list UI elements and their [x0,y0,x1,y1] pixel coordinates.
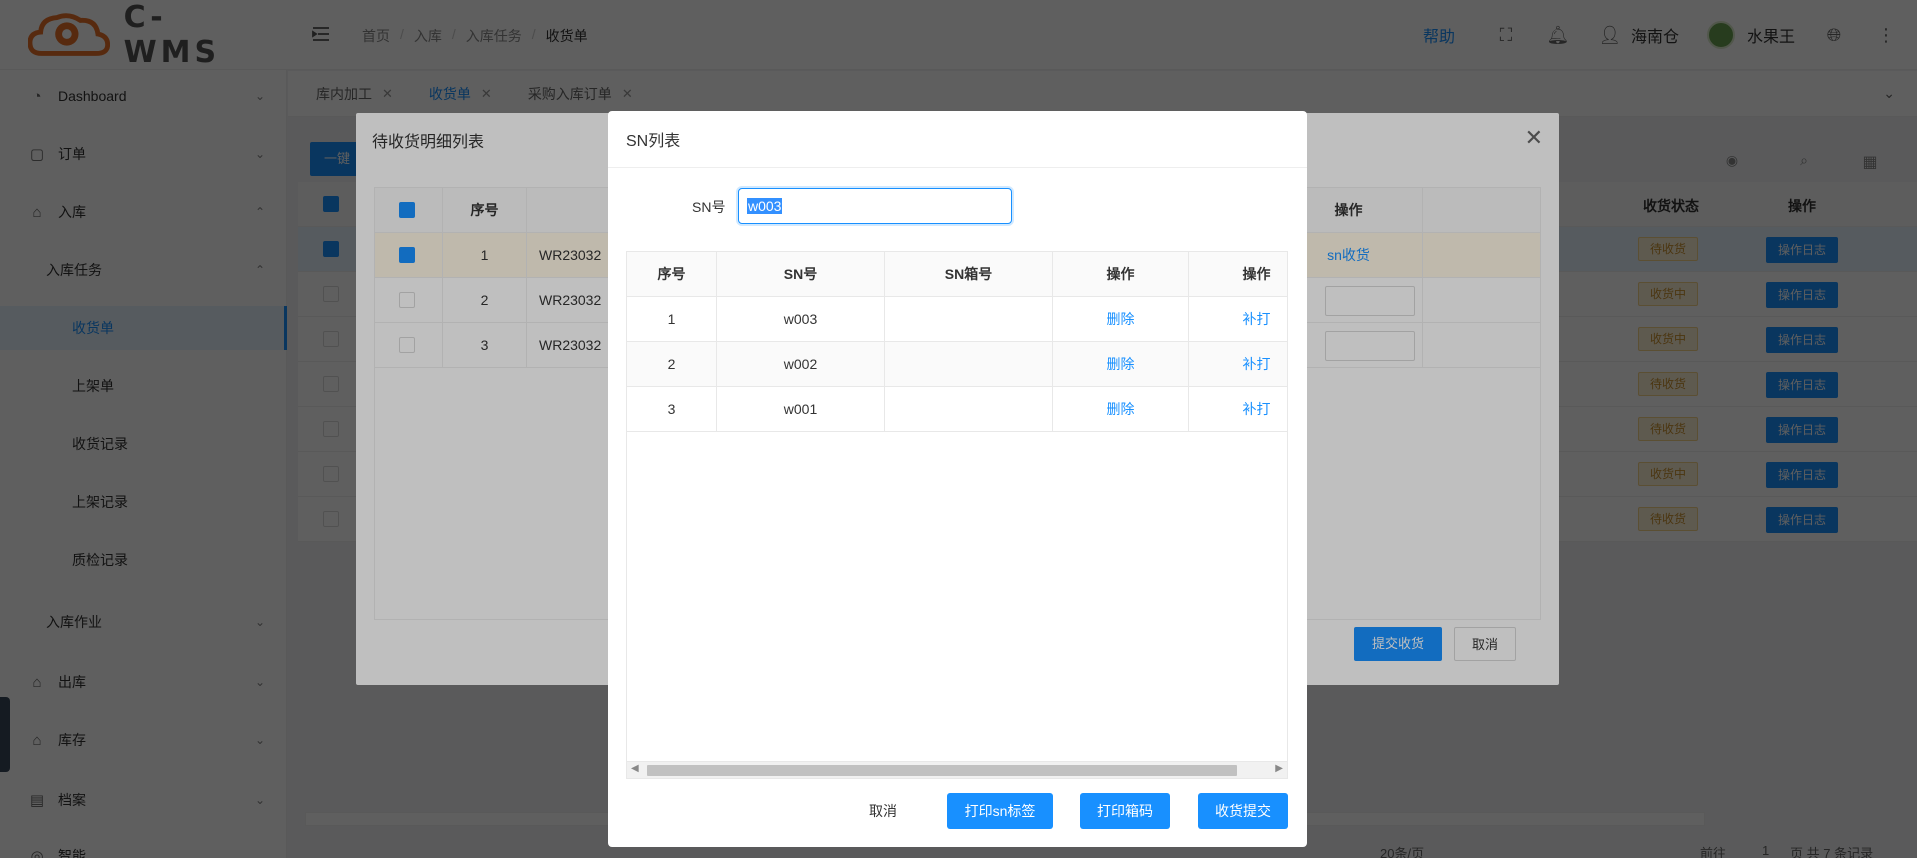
sn-table: 序号 SN号 SN箱号 操作 操作 1 w003 删除 补打 2 w002 删除… [626,251,1288,778]
reprint-link[interactable]: 补打 [1189,297,1287,342]
sn-list-modal: SN列表 SN号 w003 序号 SN号 SN箱号 操作 操作 1 w003 删… [608,111,1307,847]
row-index: 2 [627,342,717,387]
column-header-action-2: 操作 [1189,252,1287,297]
cancel-button[interactable]: 取消 [848,793,918,829]
sn-value: w003 [717,297,885,342]
box-value [885,297,1053,342]
sn-input-value: w003 [747,198,783,214]
sn-input[interactable]: w003 [738,188,1012,224]
delete-link[interactable]: 删除 [1053,297,1189,342]
column-header-action: 操作 [1053,252,1189,297]
row-index: 3 [627,387,717,432]
scroll-right-icon[interactable]: ▶ [1275,763,1283,774]
sn-value: w002 [717,342,885,387]
delete-link[interactable]: 删除 [1053,387,1189,432]
column-header-box: SN箱号 [885,252,1053,297]
table-row: 3 w001 删除 补打 [627,387,1287,432]
column-header-sn: SN号 [717,252,885,297]
row-index: 1 [627,297,717,342]
scrollbar-thumb[interactable] [647,765,1237,776]
scroll-left-icon[interactable]: ◀ [631,763,639,774]
table-row: 1 w003 删除 补打 [627,297,1287,342]
table-row: 2 w002 删除 补打 [627,342,1287,387]
horizontal-scrollbar[interactable]: ◀ ▶ [626,761,1288,779]
box-value [885,387,1053,432]
box-value [885,342,1053,387]
reprint-link[interactable]: 补打 [1189,342,1287,387]
reprint-link[interactable]: 补打 [1189,387,1287,432]
divider [608,167,1307,168]
column-header-index: 序号 [627,252,717,297]
sn-value: w001 [717,387,885,432]
print-box-code-button[interactable]: 打印箱码 [1080,793,1170,829]
table-header: 序号 SN号 SN箱号 操作 操作 [627,252,1287,297]
print-sn-label-button[interactable]: 打印sn标签 [947,793,1053,829]
receive-submit-button[interactable]: 收货提交 [1198,793,1288,829]
sn-label: SN号 [692,199,726,215]
delete-link[interactable]: 删除 [1053,342,1189,387]
modal-title: SN列表 [626,133,681,150]
